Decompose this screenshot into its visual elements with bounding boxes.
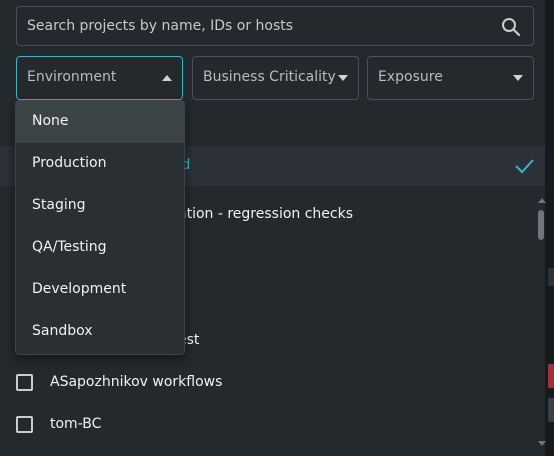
environment-dropdown-menu: None Production Staging QA/Testing Devel…	[15, 100, 185, 355]
environment-option-none[interactable]: None	[16, 101, 184, 143]
exposure-filter[interactable]: Exposure	[367, 56, 534, 100]
project-checkbox[interactable]	[16, 374, 33, 391]
environment-option-qa-testing[interactable]: QA/Testing	[16, 227, 184, 269]
background-fragment	[548, 398, 554, 422]
project-label: ation - regression checks	[178, 206, 354, 222]
option-label: None	[32, 113, 69, 129]
scrollbar-thumb[interactable]	[538, 210, 544, 240]
option-label: QA/Testing	[32, 239, 107, 255]
business-criticality-filter-label: Business Criticality	[203, 69, 336, 85]
background-fragment	[548, 364, 554, 388]
project-label: ASapozhnikov workflows	[50, 374, 223, 390]
option-label: Development	[32, 281, 127, 297]
environment-option-production[interactable]: Production	[16, 143, 184, 185]
environment-filter-label: Environment	[27, 69, 117, 85]
chevron-up-icon	[162, 75, 172, 81]
checkmark-icon	[515, 159, 534, 174]
chevron-down-icon	[338, 75, 348, 81]
chevron-down-icon	[513, 75, 523, 81]
environment-option-staging[interactable]: Staging	[16, 185, 184, 227]
business-criticality-filter[interactable]: Business Criticality	[192, 56, 359, 100]
search-icon[interactable]	[501, 17, 521, 37]
scroll-up-icon[interactable]	[538, 198, 546, 203]
option-label: Production	[32, 155, 107, 171]
project-row[interactable]: tom-BC	[0, 404, 535, 446]
exposure-filter-label: Exposure	[378, 69, 443, 85]
environment-option-development[interactable]: Development	[16, 269, 184, 311]
option-label: Staging	[32, 197, 86, 213]
project-label: tom-BC	[50, 416, 102, 432]
environment-option-sandbox[interactable]: Sandbox	[16, 311, 184, 353]
search-placeholder: Search projects by name, IDs or hosts	[27, 18, 294, 34]
option-label: Sandbox	[32, 323, 93, 339]
project-row[interactable]: ASapozhnikov workflows	[0, 362, 535, 404]
environment-filter[interactable]: Environment	[16, 56, 183, 100]
project-checkbox[interactable]	[16, 416, 33, 433]
search-input[interactable]: Search projects by name, IDs or hosts	[16, 6, 534, 46]
scroll-down-icon[interactable]	[538, 441, 546, 446]
background-fragment	[548, 268, 554, 286]
